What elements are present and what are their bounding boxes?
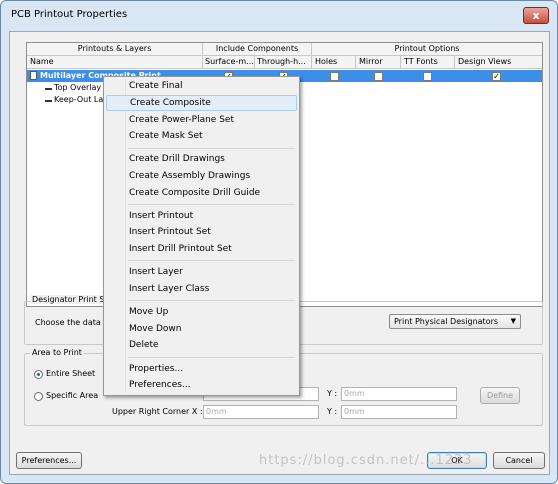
menu-separator: [128, 357, 295, 358]
upper-right-y-label: Y :: [327, 407, 338, 416]
lower-left-y-input[interactable]: 0mm: [341, 387, 457, 401]
entire-sheet-label[interactable]: Entire Sheet: [46, 369, 95, 378]
column-header-row: Name Surface-m... Through-h... Holes Mir…: [27, 56, 542, 69]
watermark-text: https://blog.csdn.net/...1233: [259, 453, 473, 468]
menu-separator: [128, 148, 295, 149]
lower-left-y-label: Y :: [327, 389, 338, 398]
menu-item-insert-drill-printout-set[interactable]: Insert Drill Printout Set: [106, 241, 297, 257]
menu-item-create-final[interactable]: Create Final: [106, 78, 297, 94]
tree-branch-icon: [45, 100, 52, 102]
menu-item-properties[interactable]: Properties...: [106, 361, 297, 377]
menu-item-move-up[interactable]: Move Up: [106, 304, 297, 320]
specific-area-radio[interactable]: [34, 392, 43, 401]
group-header-components: Include Components: [203, 43, 312, 56]
menu-item-insert-printout-set[interactable]: Insert Printout Set: [106, 224, 297, 240]
row-label-top-overlay[interactable]: Top Overlay: [54, 83, 101, 92]
group-header-row: Printouts & Layers Include Components Pr…: [27, 43, 542, 56]
group-header-options: Printout Options: [394, 44, 460, 53]
upper-right-x-label: Upper Right Corner X :: [112, 407, 203, 416]
menu-item-insert-layer-class[interactable]: Insert Layer Class: [106, 281, 297, 297]
menu-item-create-assembly-drawings[interactable]: Create Assembly Drawings: [106, 168, 297, 184]
menu-item-move-down[interactable]: Move Down: [106, 321, 297, 337]
menu-item-insert-printout[interactable]: Insert Printout: [106, 208, 297, 224]
column-header-name[interactable]: Name: [27, 56, 203, 69]
context-menu: Create Final Create Composite Create Pow…: [103, 76, 300, 396]
checkbox-mirror[interactable]: [374, 72, 383, 81]
menu-item-create-composite-drill-guide[interactable]: Create Composite Drill Guide: [106, 185, 297, 201]
column-header-ttfonts[interactable]: TT Fonts: [401, 56, 455, 69]
checkbox-ttfonts[interactable]: [423, 72, 432, 81]
column-header-mirror[interactable]: Mirror: [356, 56, 401, 69]
menu-item-delete[interactable]: Delete: [106, 337, 297, 353]
menu-item-create-composite[interactable]: Create Composite: [106, 95, 297, 111]
define-button[interactable]: Define: [480, 387, 520, 404]
dialog-title: PCB Printout Properties: [11, 9, 128, 20]
specific-area-label[interactable]: Specific Area: [46, 391, 98, 400]
printout-properties-dialog: PCB Printout Properties x Printouts & La…: [0, 0, 558, 484]
preferences-button[interactable]: Preferences...: [16, 452, 82, 469]
tree-branch-icon: [45, 88, 52, 90]
upper-right-y-input[interactable]: 0mm: [341, 405, 457, 419]
area-legend: Area to Print: [30, 348, 84, 357]
checkbox-holes[interactable]: [330, 72, 339, 81]
upper-right-x-input[interactable]: 0mm: [203, 405, 319, 419]
column-header-design-views[interactable]: Design Views: [455, 56, 542, 69]
menu-item-create-drill-drawings[interactable]: Create Drill Drawings: [106, 151, 297, 167]
column-header-surface[interactable]: Surface-m...: [203, 56, 255, 69]
column-header-through[interactable]: Through-h...: [255, 56, 312, 69]
column-header-holes[interactable]: Holes: [312, 56, 356, 69]
chevron-down-icon: ▼: [510, 317, 516, 325]
cancel-button[interactable]: Cancel: [493, 452, 545, 469]
menu-item-preferences[interactable]: Preferences...: [106, 377, 297, 393]
menu-item-create-power-plane-set[interactable]: Create Power-Plane Set: [106, 112, 297, 128]
designator-select[interactable]: Print Physical Designators ▼: [389, 314, 521, 329]
entire-sheet-radio[interactable]: [34, 370, 43, 379]
menu-separator: [128, 204, 295, 205]
designator-select-value: Print Physical Designators: [394, 317, 499, 326]
menu-separator: [128, 300, 295, 301]
menu-item-create-mask-set[interactable]: Create Mask Set: [106, 128, 297, 144]
checkbox-design-views[interactable]: ✓: [492, 72, 501, 81]
group-header-layers: Printouts & Layers: [27, 43, 203, 56]
menu-separator: [128, 260, 295, 261]
menu-item-insert-layer[interactable]: Insert Layer: [106, 264, 297, 280]
page-icon: [30, 71, 37, 80]
close-button[interactable]: x: [523, 7, 549, 24]
